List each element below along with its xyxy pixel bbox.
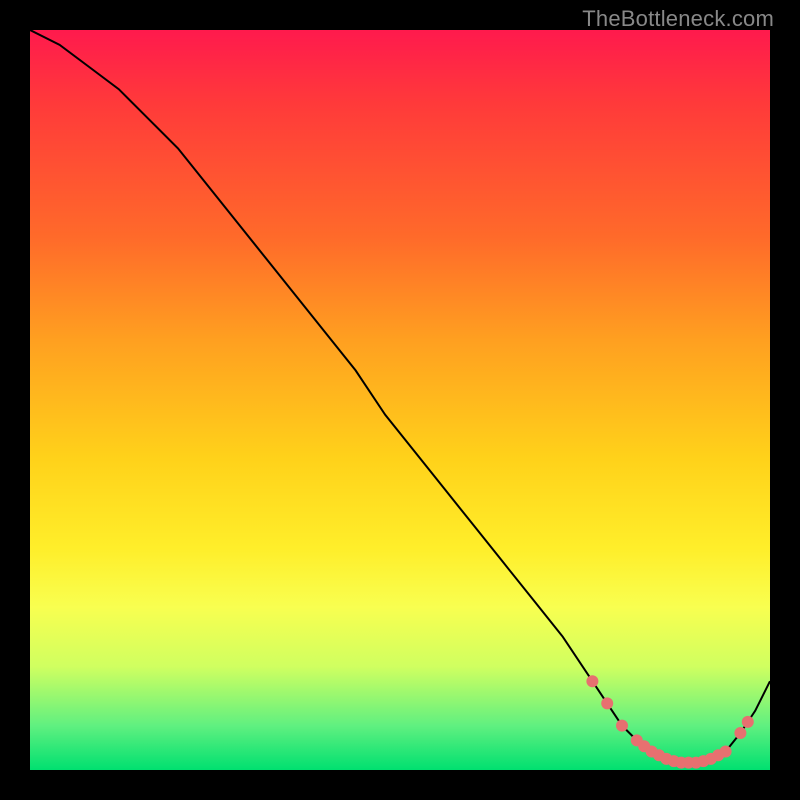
trough-marker <box>586 675 598 687</box>
trough-marker <box>720 746 732 758</box>
bottleneck-curve <box>30 30 770 763</box>
trough-marker <box>734 727 746 739</box>
plot-svg <box>30 30 770 770</box>
plot-area <box>30 30 770 770</box>
trough-marker <box>742 716 754 728</box>
chart-frame: TheBottleneck.com <box>0 0 800 800</box>
trough-marker <box>601 697 613 709</box>
trough-markers <box>586 675 753 768</box>
watermark-text: TheBottleneck.com <box>582 6 774 32</box>
trough-marker <box>616 720 628 732</box>
